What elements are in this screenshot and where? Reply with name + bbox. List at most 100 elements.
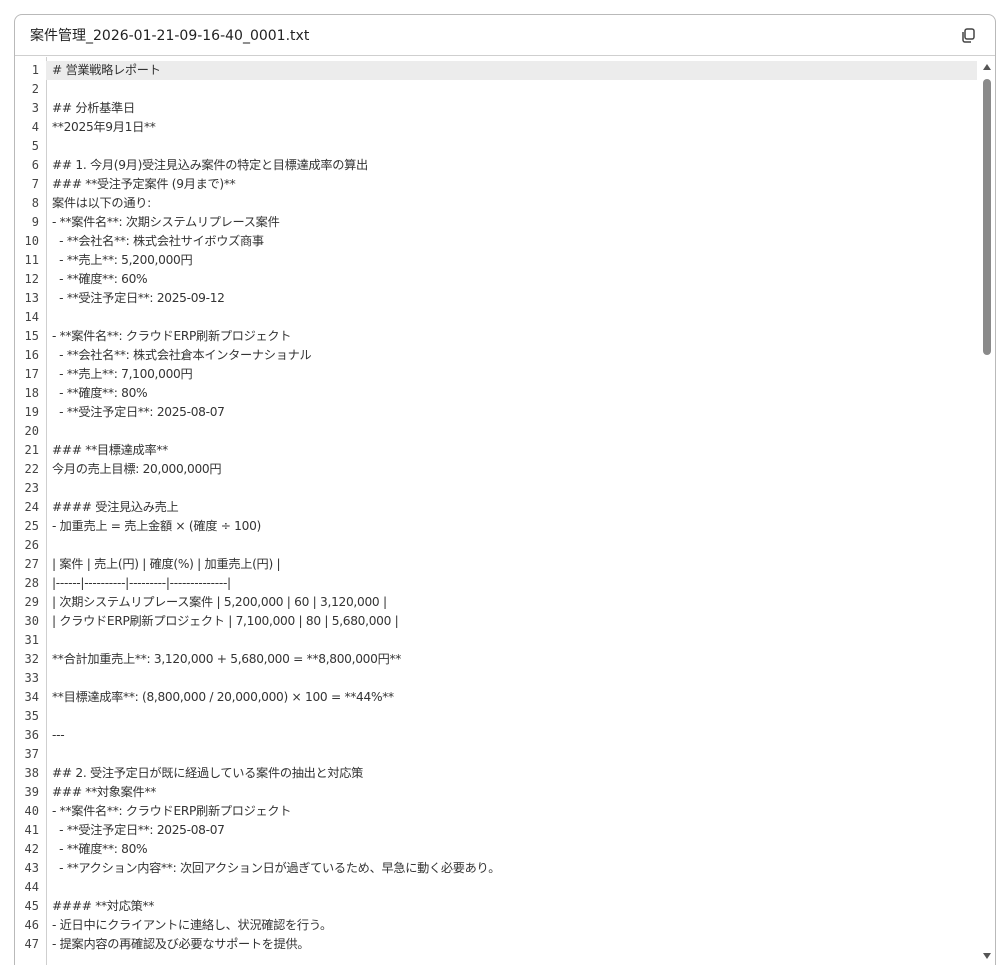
line-text: --- (52, 728, 65, 742)
text-line[interactable]: 19 - **受注予定日**: 2025-08-07 (15, 403, 977, 422)
line-number: 41 (24, 823, 39, 837)
text-line[interactable]: 25 - 加重売上 = 売上金額 × (確度 ÷ 100) (15, 517, 977, 536)
text-line[interactable]: 31 (15, 631, 977, 650)
line-text: - **確度**: 60% (52, 272, 148, 286)
line-number: 18 (24, 386, 39, 400)
line-number: 47 (24, 937, 39, 951)
line-number: 12 (24, 272, 39, 286)
text-line[interactable]: 10 - **会社名**: 株式会社サイボウズ商事 (15, 232, 977, 251)
copy-icon (962, 27, 975, 43)
text-line[interactable]: 44 (15, 878, 977, 897)
line-number: 25 (24, 519, 39, 533)
line-number: 46 (24, 918, 39, 932)
text-line[interactable]: 16 - **会社名**: 株式会社倉本インターナショナル (15, 346, 977, 365)
line-number: 19 (24, 405, 39, 419)
line-number: 8 (31, 196, 39, 210)
text-line[interactable]: 36 --- (15, 726, 977, 745)
text-line[interactable]: 12 - **確度**: 60% (15, 270, 977, 289)
arrow-up-icon[interactable] (983, 64, 991, 70)
text-line[interactable]: 29 | 次期システムリプレース案件 | 5,200,000 | 60 | 3,1… (15, 593, 977, 612)
text-line[interactable]: 27 | 案件 | 売上(円) | 確度(%) | 加重売上(円) | (15, 555, 977, 574)
line-number: 28 (24, 576, 39, 590)
text-line[interactable]: 15 - **案件名**: クラウドERP刷新プロジェクト (15, 327, 977, 346)
line-text (46, 631, 52, 650)
text-line[interactable]: 34 **目標達成率**: (8,800,000 / 20,000,000) × … (15, 688, 977, 707)
line-text: **合計加重売上**: 3,120,000 + 5,680,000 = **8,… (52, 652, 402, 666)
line-text: **2025年9月1日** (52, 120, 156, 134)
text-line[interactable]: 2 (15, 80, 977, 99)
line-text: - **案件名**: クラウドERP刷新プロジェクト (52, 804, 292, 818)
text-line[interactable]: 20 (15, 422, 977, 441)
text-line[interactable]: 26 (15, 536, 977, 555)
line-number: 5 (31, 139, 39, 153)
line-text: - 加重売上 = 売上金額 × (確度 ÷ 100) (52, 519, 261, 533)
text-line[interactable]: 11 - **売上**: 5,200,000円 (15, 251, 977, 270)
line-number: 38 (24, 766, 39, 780)
text-line[interactable]: 23 (15, 479, 977, 498)
text-line[interactable]: 24 #### 受注見込み売上 (15, 498, 977, 517)
text-line[interactable]: 13 - **受注予定日**: 2025-09-12 (15, 289, 977, 308)
line-text: - **会社名**: 株式会社倉本インターナショナル (52, 348, 312, 362)
text-line[interactable]: 14 (15, 308, 977, 327)
line-text: ### **対象案件** (52, 785, 157, 799)
vertical-scrollbar[interactable] (979, 57, 995, 965)
text-line[interactable]: 46 - 近日中にクライアントに連絡し、状況確認を行う。 (15, 916, 977, 935)
text-line[interactable]: 32 **合計加重売上**: 3,120,000 + 5,680,000 = **… (15, 650, 977, 669)
line-text: - **受注予定日**: 2025-09-12 (52, 291, 225, 305)
line-text: - 近日中にクライアントに連絡し、状況確認を行う。 (52, 918, 332, 932)
line-number: 13 (24, 291, 39, 305)
text-line[interactable]: 28 |------|----------|---------|---------… (15, 574, 977, 593)
line-text: - **案件名**: クラウドERP刷新プロジェクト (52, 329, 292, 343)
text-line[interactable]: 8 案件は以下の通り: (15, 194, 977, 213)
arrow-down-icon[interactable] (983, 953, 991, 959)
text-line[interactable]: 41 - **受注予定日**: 2025-08-07 (15, 821, 977, 840)
text-line[interactable]: 4 **2025年9月1日** (15, 118, 977, 137)
line-text: - **受注予定日**: 2025-08-07 (52, 823, 225, 837)
line-text (46, 745, 52, 764)
text-editor[interactable]: 1 # 営業戦略レポート 2 3 ## 分析基準日 4 **2025年9月1日** 5 6 ## … (15, 57, 995, 965)
text-line[interactable]: 21 ### **目標達成率** (15, 441, 977, 460)
text-line[interactable]: 7 ### **受注予定案件 (9月まで)** (15, 175, 977, 194)
scrollbar-thumb[interactable] (983, 79, 991, 355)
line-text: # 営業戦略レポート (46, 61, 977, 80)
text-line[interactable]: 30 | クラウドERP刷新プロジェクト | 7,100,000 | 80 | 5… (15, 612, 977, 631)
line-text: - **売上**: 7,100,000円 (52, 367, 193, 381)
text-line[interactable]: 43 - **アクション内容**: 次回アクション日が過ぎているため、早急に動く… (15, 859, 977, 878)
text-line[interactable]: 3 ## 分析基準日 (15, 99, 977, 118)
line-number: 9 (31, 215, 39, 229)
text-line[interactable]: 9 - **案件名**: 次期システムリプレース案件 (15, 213, 977, 232)
line-number: 10 (24, 234, 39, 248)
text-line[interactable]: 33 (15, 669, 977, 688)
text-line[interactable]: 5 (15, 137, 977, 156)
copy-button[interactable] (957, 24, 979, 46)
line-text: ### **目標達成率** (52, 443, 168, 457)
line-number: 27 (24, 557, 39, 571)
line-number: 1 (31, 63, 39, 77)
line-number: 43 (24, 861, 39, 875)
text-line[interactable]: 42 - **確度**: 80% (15, 840, 977, 859)
text-line[interactable]: 37 (15, 745, 977, 764)
text-line[interactable]: 39 ### **対象案件** (15, 783, 977, 802)
text-line[interactable]: 18 - **確度**: 80% (15, 384, 977, 403)
line-text: | 案件 | 売上(円) | 確度(%) | 加重売上(円) | (52, 557, 281, 571)
line-number: 34 (24, 690, 39, 704)
text-line[interactable]: 38 ## 2. 受注予定日が既に経過している案件の抽出と対応策 (15, 764, 977, 783)
text-line[interactable]: 6 ## 1. 今月(9月)受注見込み案件の特定と目標達成率の算出 (15, 156, 977, 175)
line-text: 案件は以下の通り: (52, 196, 151, 210)
line-text: | 次期システムリプレース案件 | 5,200,000 | 60 | 3,120… (52, 595, 387, 609)
text-line[interactable]: 1 # 営業戦略レポート (15, 61, 977, 80)
line-number: 26 (24, 538, 39, 552)
file-name: 案件管理_2026-01-21-09-16-40_0001.txt (30, 28, 310, 44)
line-number: 11 (24, 253, 39, 267)
line-text (46, 707, 52, 726)
line-number: 17 (24, 367, 39, 381)
text-line[interactable]: 35 (15, 707, 977, 726)
text-line[interactable]: 47 - 提案内容の再確認及び必要なサポートを提供。 (15, 935, 977, 954)
text-line[interactable]: 22 今月の売上目標: 20,000,000円 (15, 460, 977, 479)
text-line[interactable]: 40 - **案件名**: クラウドERP刷新プロジェクト (15, 802, 977, 821)
text-line[interactable]: 17 - **売上**: 7,100,000円 (15, 365, 977, 384)
line-text: - **アクション内容**: 次回アクション日が過ぎているため、早急に動く必要あ… (52, 861, 501, 875)
line-number: 20 (24, 424, 39, 438)
text-line[interactable]: 45 #### **対応策** (15, 897, 977, 916)
line-number: 36 (24, 728, 39, 742)
